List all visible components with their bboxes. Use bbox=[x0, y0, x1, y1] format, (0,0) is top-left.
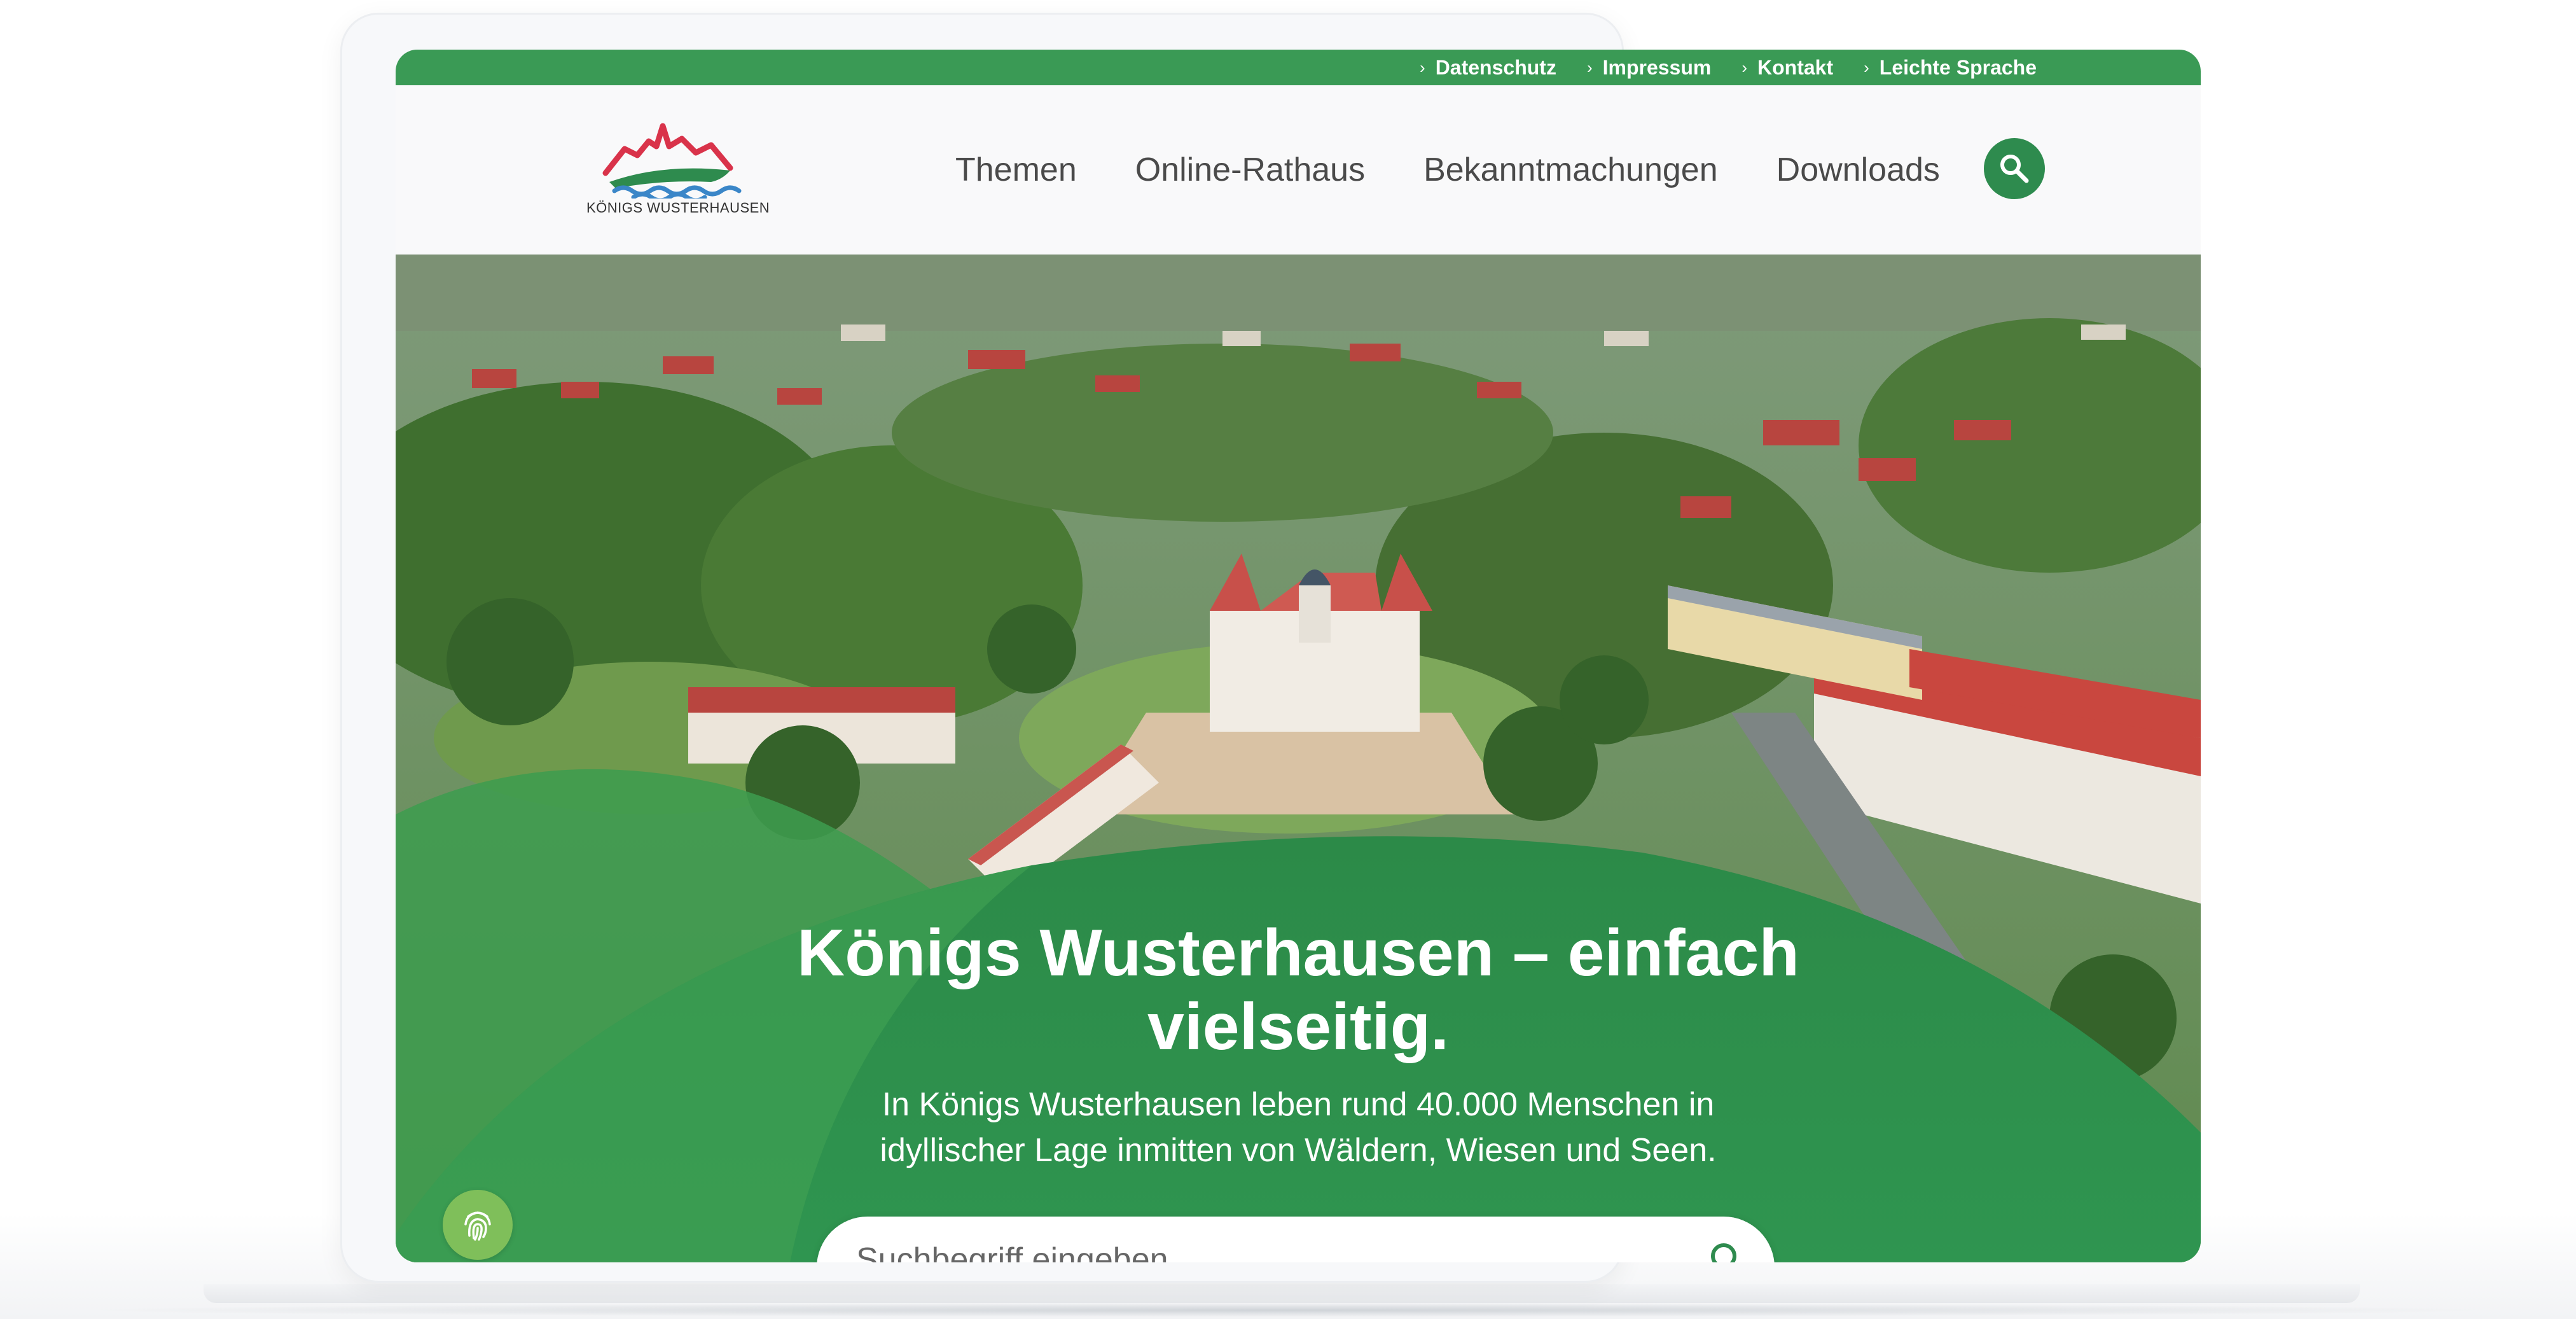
utility-link-label: Datenschutz bbox=[1435, 55, 1556, 79]
nav-item-online-rathaus[interactable]: Online-Rathaus bbox=[1135, 151, 1365, 189]
hero-subtitle-line: In Königs Wusterhausen leben rund 40.000… bbox=[882, 1086, 1715, 1123]
logo-wordmark: KÖNIGS WUSTERHAUSEN bbox=[586, 200, 770, 216]
utility-link-kontakt[interactable]: › Kontakt bbox=[1742, 56, 1833, 80]
header-search-button[interactable] bbox=[1984, 138, 2045, 199]
fingerprint-icon bbox=[464, 1211, 491, 1241]
chevron-right-icon: › bbox=[1420, 57, 1425, 77]
device-base bbox=[204, 1284, 2360, 1303]
search-icon bbox=[2000, 155, 2029, 183]
utility-link-leichte-sprache[interactable]: › Leichte Sprache bbox=[1864, 56, 2037, 80]
hero-subtitle-line: idyllischer Lage inmitten von Wäldern, W… bbox=[880, 1132, 1717, 1169]
hero-title-line: vielseitig. bbox=[1147, 990, 1449, 1064]
device-shadow bbox=[76, 1303, 2500, 1317]
logo-emblem-icon bbox=[602, 123, 742, 203]
chevron-right-icon: › bbox=[1742, 57, 1748, 77]
site-logo[interactable]: KÖNIGS WUSTERHAUSEN bbox=[586, 116, 770, 224]
hero-title-line: Königs Wusterhausen – einfach bbox=[797, 916, 1799, 990]
utility-bar: › Datenschutz › Impressum › Kontakt › Le… bbox=[396, 50, 2201, 85]
main-navigation: Themen Online-Rathaus Bekanntmachungen D… bbox=[955, 85, 1940, 255]
hero-section: Königs Wusterhausen – einfach vielseitig… bbox=[396, 255, 2201, 1262]
hero-search-box bbox=[817, 1217, 1775, 1262]
nav-item-themen[interactable]: Themen bbox=[955, 151, 1077, 189]
utility-link-datenschutz[interactable]: › Datenschutz bbox=[1420, 56, 1556, 80]
utility-link-label: Kontakt bbox=[1757, 55, 1834, 79]
chevron-right-icon: › bbox=[1586, 57, 1593, 77]
hero-search-input[interactable] bbox=[855, 1231, 1646, 1262]
utility-link-impressum[interactable]: › Impressum bbox=[1587, 56, 1711, 80]
utility-link-label: Leichte Sprache bbox=[1879, 55, 2037, 79]
website-screen: › Datenschutz › Impressum › Kontakt › Le… bbox=[396, 50, 2201, 1262]
chevron-right-icon: › bbox=[1864, 57, 1869, 77]
stage: › Datenschutz › Impressum › Kontakt › Le… bbox=[0, 0, 2576, 1319]
nav-item-downloads[interactable]: Downloads bbox=[1776, 151, 1940, 189]
utility-link-label: Impressum bbox=[1602, 55, 1712, 79]
accessibility-button[interactable] bbox=[443, 1190, 513, 1260]
hero-title: Königs Wusterhausen – einfach vielseitig… bbox=[396, 916, 2201, 1064]
search-icon[interactable] bbox=[1706, 1238, 1750, 1262]
site-header: KÖNIGS WUSTERHAUSEN Themen Online-Rathau… bbox=[396, 85, 2201, 255]
nav-item-bekanntmachungen[interactable]: Bekanntmachungen bbox=[1423, 151, 1718, 189]
hero-subtitle: In Königs Wusterhausen leben rund 40.000… bbox=[396, 1082, 2201, 1173]
